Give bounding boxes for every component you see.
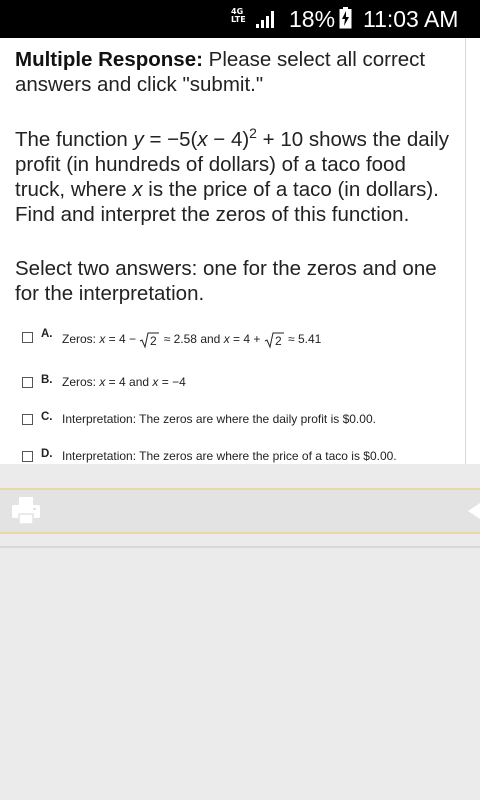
clock: 11:03 AM (363, 6, 459, 32)
sqrt-symbol: 2 (264, 331, 285, 349)
select-note: Select two answers: one for the zeros an… (15, 257, 437, 305)
option-b-letter: B. (41, 374, 53, 386)
status-bar: 4G LTE 18% 11:03 AM (0, 0, 480, 38)
question-prompt: The function y = −5(x − 4)2 + 10 shows t… (15, 125, 449, 226)
option-a-checkbox[interactable] (22, 332, 33, 343)
divider (0, 546, 480, 548)
question-type-label: Multiple Response: (15, 48, 203, 71)
option-d-letter: D. (41, 448, 53, 460)
svg-text:2: 2 (275, 334, 282, 348)
bottom-toolbar (0, 488, 480, 534)
option-d[interactable]: D. Interpretation: The zeros are where t… (0, 445, 465, 464)
option-a[interactable]: A. Zeros: x = 4 − 2 ≈ 2.58 and x = 4 + 2… (0, 325, 465, 355)
sqrt-symbol: 2 (139, 331, 160, 349)
option-a-text: Zeros: x = 4 − 2 ≈ 2.58 and x = 4 + 2 ≈ … (62, 331, 322, 349)
back-arrow-icon[interactable] (466, 501, 480, 521)
svg-text:2: 2 (150, 334, 157, 348)
battery-percent: 18% (289, 6, 336, 32)
print-icon[interactable] (11, 496, 41, 526)
question-instructions: Multiple Response: Please select all cor… (15, 47, 455, 97)
scrollbar-track[interactable] (465, 38, 480, 464)
lte-icon: 4G LTE (231, 7, 246, 24)
option-b-text: Zeros: x = 4 and x = −4 (62, 375, 186, 389)
battery-charging-icon (339, 7, 352, 29)
option-c[interactable]: C. Interpretation: The zeros are where t… (0, 408, 465, 438)
option-d-text: Interpretation: The zeros are where the … (62, 449, 397, 463)
option-a-letter: A. (41, 328, 53, 340)
option-c-checkbox[interactable] (22, 414, 33, 425)
option-c-letter: C. (41, 411, 53, 423)
option-c-text: Interpretation: The zeros are where the … (62, 412, 376, 426)
option-d-checkbox[interactable] (22, 451, 33, 462)
option-b[interactable]: B. Zeros: x = 4 and x = −4 (0, 371, 465, 401)
signal-icon (256, 11, 274, 28)
option-b-checkbox[interactable] (22, 377, 33, 388)
question-panel: Multiple Response: Please select all cor… (0, 38, 465, 464)
